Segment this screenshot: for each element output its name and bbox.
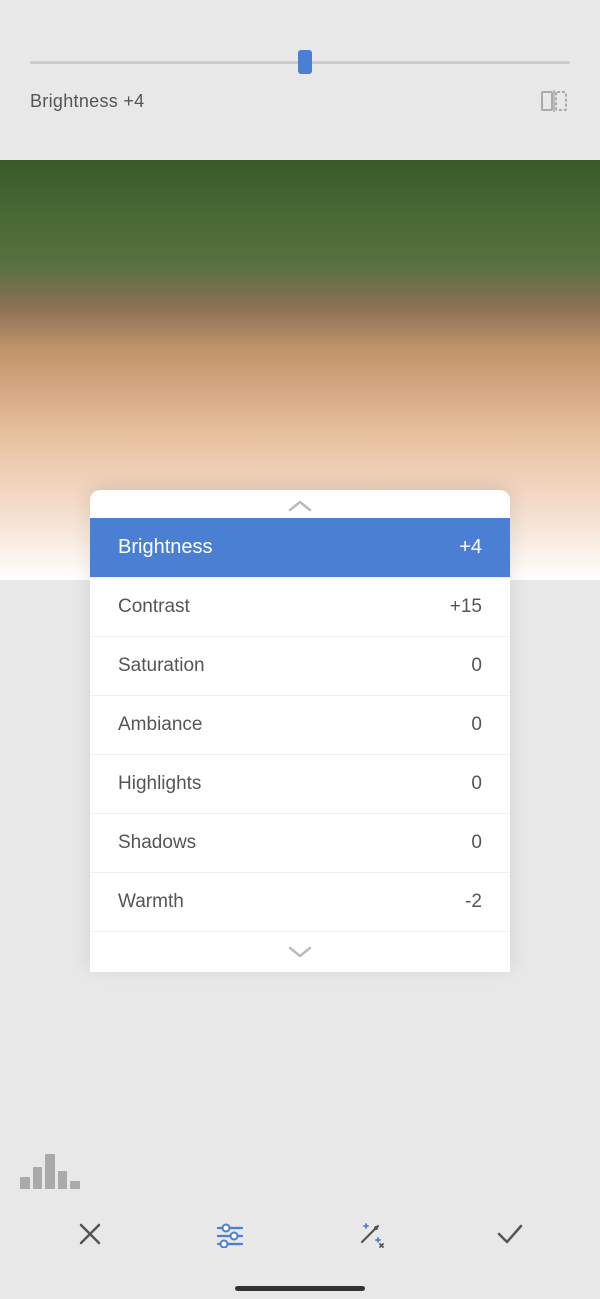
panel-item-brightness[interactable]: Brightness +4 xyxy=(90,518,510,578)
confirm-button[interactable] xyxy=(485,1209,535,1259)
compare-icon[interactable] xyxy=(538,89,570,113)
item-value-contrast: +15 xyxy=(450,596,482,618)
panel-item-highlights[interactable]: Highlights 0 xyxy=(90,755,510,814)
adjust-button[interactable] xyxy=(205,1209,255,1259)
item-name-ambiance: Ambiance xyxy=(118,714,203,736)
hist-bar-2 xyxy=(33,1167,43,1189)
item-name-highlights: Highlights xyxy=(118,773,201,795)
slider-track-container[interactable] xyxy=(30,47,570,77)
item-value-saturation: 0 xyxy=(471,655,482,677)
panel-chevron-down[interactable] xyxy=(90,932,510,972)
item-value-warmth: -2 xyxy=(465,891,482,913)
auto-enhance-button[interactable] xyxy=(345,1209,395,1259)
item-value-shadows: 0 xyxy=(471,832,482,854)
hist-bar-3 xyxy=(45,1154,55,1189)
item-value-ambiance: 0 xyxy=(471,714,482,736)
panel-item-ambiance[interactable]: Ambiance 0 xyxy=(90,696,510,755)
slider-label: Brightness +4 xyxy=(30,91,144,112)
item-name-saturation: Saturation xyxy=(118,655,205,677)
item-value-brightness: +4 xyxy=(459,536,482,559)
histogram-icon[interactable] xyxy=(20,1149,80,1189)
item-name-warmth: Warmth xyxy=(118,891,184,913)
cancel-button[interactable] xyxy=(65,1209,115,1259)
slider-area: Brightness +4 xyxy=(0,0,600,160)
item-name-contrast: Contrast xyxy=(118,596,190,618)
hist-bar-4 xyxy=(58,1171,68,1189)
panel-item-warmth[interactable]: Warmth -2 xyxy=(90,873,510,932)
home-indicator xyxy=(235,1286,365,1291)
hist-bar-5 xyxy=(70,1181,80,1189)
panel-item-saturation[interactable]: Saturation 0 xyxy=(90,637,510,696)
slider-thumb[interactable] xyxy=(298,50,312,74)
hist-bar-1 xyxy=(20,1177,30,1189)
slider-label-row: Brightness +4 xyxy=(30,89,570,113)
item-name-brightness: Brightness xyxy=(118,536,213,559)
panel-chevron-up[interactable] xyxy=(90,490,510,518)
adjustment-panel: Brightness +4 Contrast +15 Saturation 0 … xyxy=(90,490,510,972)
bottom-toolbar xyxy=(0,1189,600,1299)
item-name-shadows: Shadows xyxy=(118,832,196,854)
panel-item-contrast[interactable]: Contrast +15 xyxy=(90,578,510,637)
slider-fill xyxy=(30,61,311,64)
panel-item-shadows[interactable]: Shadows 0 xyxy=(90,814,510,873)
item-value-highlights: 0 xyxy=(471,773,482,795)
slider-track[interactable] xyxy=(30,61,570,64)
